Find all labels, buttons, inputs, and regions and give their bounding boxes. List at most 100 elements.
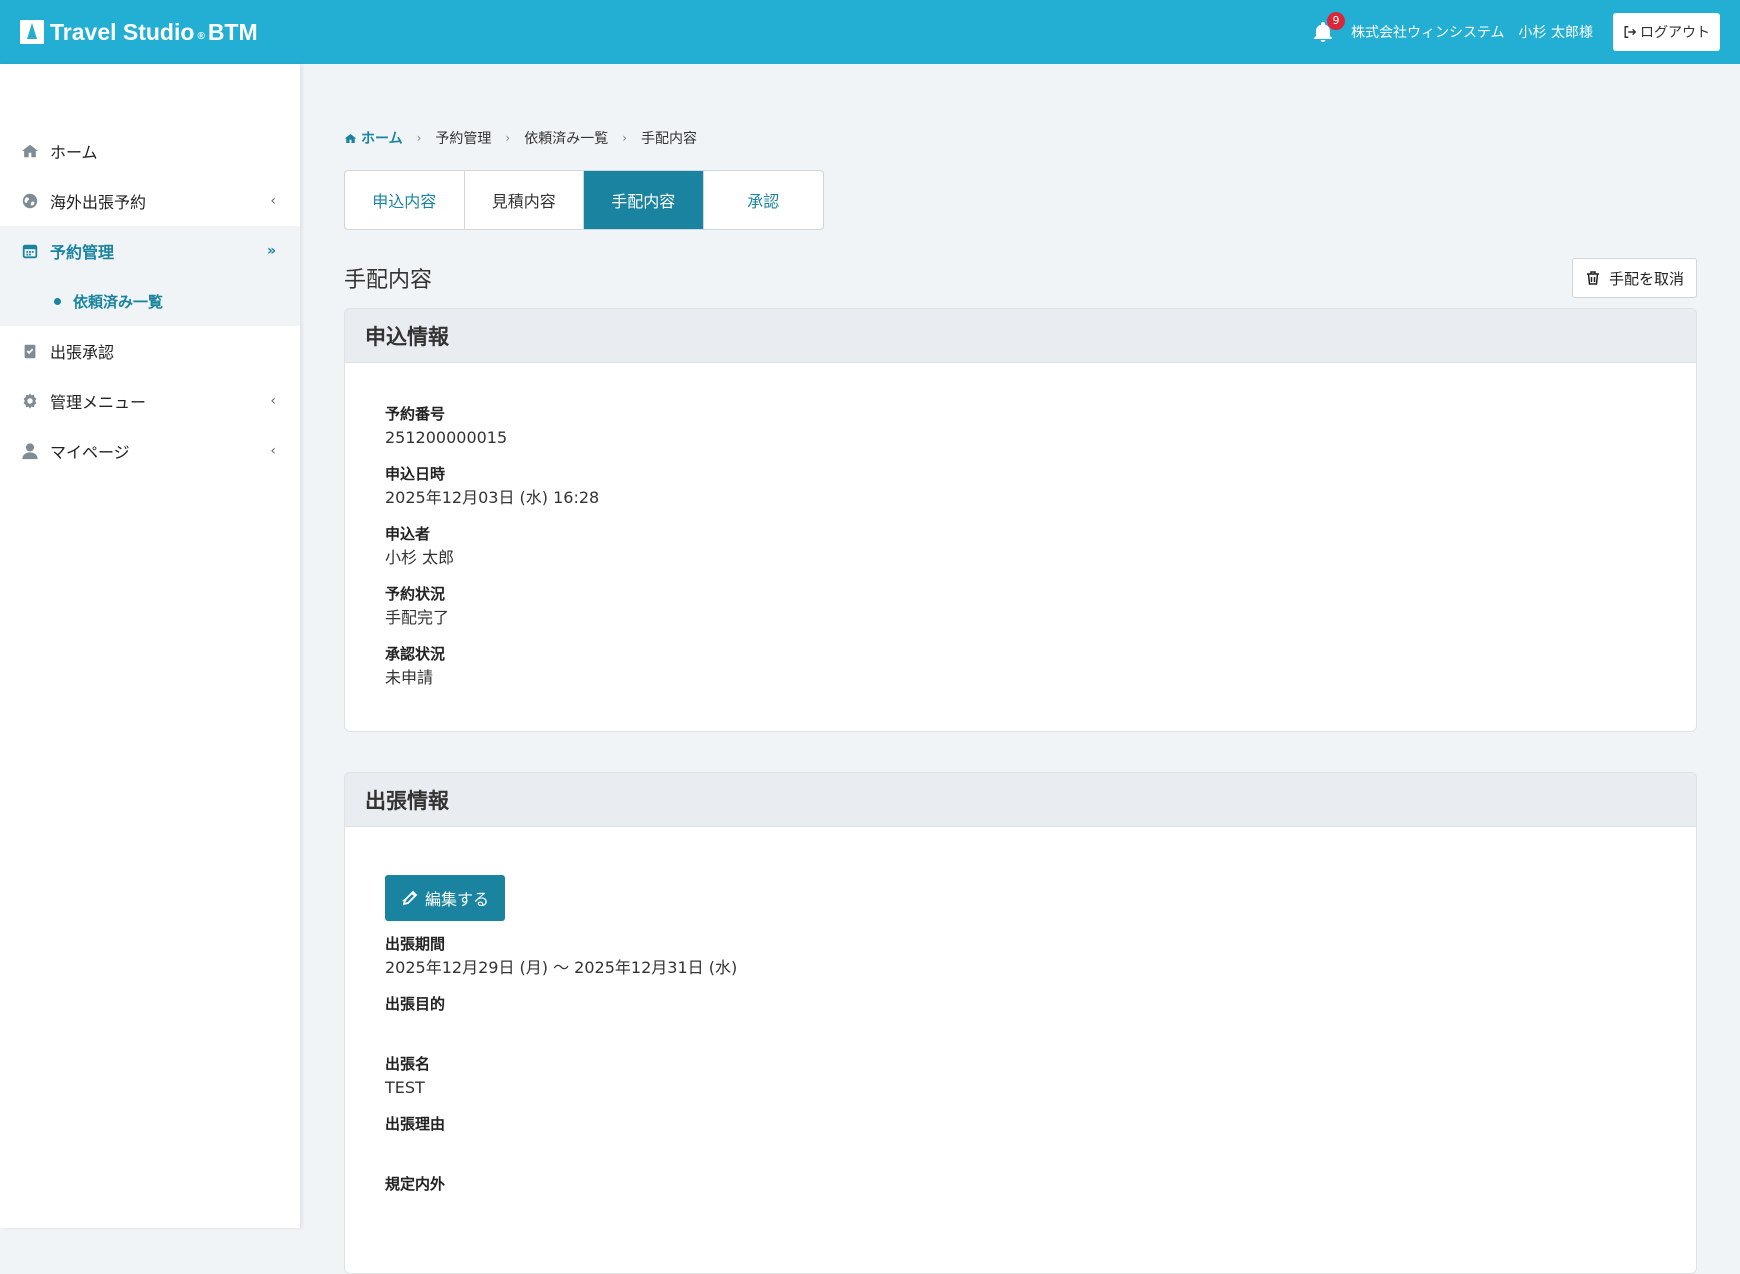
field-policy-compliance: 規定内外 xyxy=(385,1173,1656,1221)
field-trip-purpose: 出張目的 xyxy=(385,993,1656,1041)
chevron-double-down-icon: » xyxy=(266,243,276,259)
card-body: 編集する 出張期間 2025年12月29日 (月) 〜 2025年12月31日 … xyxy=(345,827,1696,1273)
logout-button[interactable]: ログアウト xyxy=(1613,13,1720,51)
field-label: 承認状況 xyxy=(385,645,446,663)
user-name: 小杉 太郎様 xyxy=(1518,25,1593,41)
field-applicant: 申込者 小杉 太郎 xyxy=(385,523,1656,571)
sidebar-item-label: マイページ xyxy=(50,443,130,462)
logo-suffix: BTM xyxy=(207,18,258,45)
tab-estimate[interactable]: 見積内容 xyxy=(465,171,584,229)
field-label: 申込日時 xyxy=(385,465,446,483)
breadcrumb-home[interactable]: ホーム xyxy=(344,128,403,148)
bullet-dot-icon xyxy=(54,297,61,305)
trash-icon xyxy=(1586,271,1599,285)
tab-approval[interactable]: 承認 xyxy=(704,171,824,229)
field-value xyxy=(385,1135,1656,1161)
chevron-left-icon: ‹ xyxy=(270,393,276,409)
tab-bar: 申込内容 見積内容 手配内容 承認 xyxy=(344,170,824,230)
field-value: 2025年12月03日 (水) 16:28 xyxy=(385,488,600,507)
sidebar-item-home[interactable]: ホーム xyxy=(0,126,300,176)
field-application-datetime: 申込日時 2025年12月03日 (水) 16:28 xyxy=(385,463,1656,511)
tab-arrangement[interactable]: 手配内容 xyxy=(584,171,704,229)
card-title: 申込情報 xyxy=(345,309,1696,363)
breadcrumb-item-current: 手配内容 xyxy=(641,131,698,147)
field-value xyxy=(385,1015,1656,1041)
sidebar-item-label: 管理メニュー xyxy=(50,393,147,412)
card-body: 予約番号 251200000015 申込日時 2025年12月03日 (水) 1… xyxy=(345,363,1696,731)
edit-trip-label: 編集する xyxy=(425,890,490,909)
breadcrumb-separator-icon: › xyxy=(416,131,422,145)
section-header: 手配内容 手配を取消 xyxy=(344,258,1697,298)
cancel-arrangement-label: 手配を取消 xyxy=(1608,269,1684,288)
field-label: 予約番号 xyxy=(385,405,446,423)
field-value: 2025年12月29日 (月) 〜 2025年12月31日 (水) xyxy=(385,958,738,977)
sidebar-item-trip-approval[interactable]: 出張承認 xyxy=(0,326,300,376)
home-icon xyxy=(20,141,40,161)
field-label: 申込者 xyxy=(385,525,431,543)
logo-registered-mark: ® xyxy=(197,30,205,42)
field-label: 出張目的 xyxy=(385,995,446,1013)
logo-text: Travel Studio xyxy=(50,18,195,45)
trip-info-card: 出張情報 編集する 出張期間 2025年12月29日 (月) 〜 2025年12… xyxy=(344,772,1697,1274)
field-trip-reason: 出張理由 xyxy=(385,1113,1656,1161)
edit-pen-icon xyxy=(402,890,418,906)
top-bar: Travel Studio ® BTM 9 株式会社ウィンシステム 小杉 太郎様… xyxy=(0,0,1740,64)
home-icon xyxy=(344,133,357,143)
field-value xyxy=(385,1195,1656,1221)
sidebar-subitem-requested-list[interactable]: 依頼済み一覧 xyxy=(0,276,300,326)
sidebar-item-label: ホーム xyxy=(50,143,98,162)
breadcrumb-separator-icon: › xyxy=(622,131,628,145)
notification-bell[interactable]: 9 xyxy=(1311,12,1345,44)
card-title: 出張情報 xyxy=(345,773,1696,827)
field-value: 手配完了 xyxy=(385,608,450,627)
field-booking-status: 予約状況 手配完了 xyxy=(385,583,1656,631)
chevron-left-icon: ‹ xyxy=(270,443,276,459)
field-trip-period: 出張期間 2025年12月29日 (月) 〜 2025年12月31日 (水) xyxy=(385,933,1656,981)
page-title: 手配内容 xyxy=(344,268,433,293)
cancel-arrangement-button[interactable]: 手配を取消 xyxy=(1571,258,1697,298)
field-value: 251200000015 xyxy=(385,428,508,447)
field-label: 予約状況 xyxy=(385,585,446,603)
logout-icon xyxy=(1624,26,1637,38)
sidebar-item-label: 出張承認 xyxy=(50,343,115,362)
main-content: ホーム › 予約管理 › 依頼済み一覧 › 手配内容 申込内容 見積内容 手配内… xyxy=(344,64,1697,1274)
breadcrumb: ホーム › 予約管理 › 依頼済み一覧 › 手配内容 xyxy=(344,126,1697,150)
application-info-card: 申込情報 予約番号 251200000015 申込日時 2025年12月03日 … xyxy=(344,308,1697,732)
field-label: 出張期間 xyxy=(385,935,446,953)
tab-application[interactable]: 申込内容 xyxy=(345,171,465,229)
sidebar: ホーム 海外出張予約 ‹ 予約管理 » 依頼済み一覧 出張承認 管理メニュー ‹… xyxy=(0,64,300,1228)
field-label: 出張理由 xyxy=(385,1115,446,1133)
field-value: TEST xyxy=(385,1078,425,1097)
sidebar-item-label: 海外出張予約 xyxy=(50,193,147,212)
field-value: 未申請 xyxy=(385,668,434,687)
field-label: 出張名 xyxy=(385,1055,431,1073)
breadcrumb-home-label: ホーム xyxy=(361,131,403,147)
sidebar-item-label: 予約管理 xyxy=(50,243,115,262)
gear-icon xyxy=(20,391,40,411)
sidebar-item-admin-menu[interactable]: 管理メニュー ‹ xyxy=(0,376,300,426)
logout-label: ログアウト xyxy=(1640,25,1710,41)
breadcrumb-item-booking-management[interactable]: 予約管理 xyxy=(435,128,491,148)
globe-icon xyxy=(20,191,40,211)
field-approval-status: 承認状況 未申請 xyxy=(385,643,1656,691)
app-logo[interactable]: Travel Studio ® BTM xyxy=(20,19,258,46)
notification-badge: 9 xyxy=(1326,12,1345,30)
sidebar-item-booking-management[interactable]: 予約管理 » xyxy=(0,226,300,276)
chevron-left-icon: ‹ xyxy=(270,193,276,209)
field-trip-name: 出張名 TEST xyxy=(385,1053,1656,1101)
header-right: 9 株式会社ウィンシステム 小杉 太郎様 ログアウト xyxy=(1311,12,1720,51)
clipboard-check-icon xyxy=(20,341,40,361)
breadcrumb-separator-icon: › xyxy=(505,131,511,145)
field-label: 規定内外 xyxy=(385,1175,446,1193)
logo-mark-icon xyxy=(20,20,44,44)
field-booking-number: 予約番号 251200000015 xyxy=(385,403,1656,451)
company-name: 株式会社ウィンシステム xyxy=(1350,25,1505,41)
field-value: 小杉 太郎 xyxy=(385,548,455,567)
sidebar-item-overseas-booking[interactable]: 海外出張予約 ‹ xyxy=(0,176,300,226)
user-icon xyxy=(20,441,40,461)
sidebar-subitem-label: 依頼済み一覧 xyxy=(73,292,164,311)
edit-trip-button[interactable]: 編集する xyxy=(385,875,506,921)
breadcrumb-item-requested-list[interactable]: 依頼済み一覧 xyxy=(524,128,608,148)
sidebar-item-my-page[interactable]: マイページ ‹ xyxy=(0,426,300,476)
calendar-icon xyxy=(20,241,40,261)
